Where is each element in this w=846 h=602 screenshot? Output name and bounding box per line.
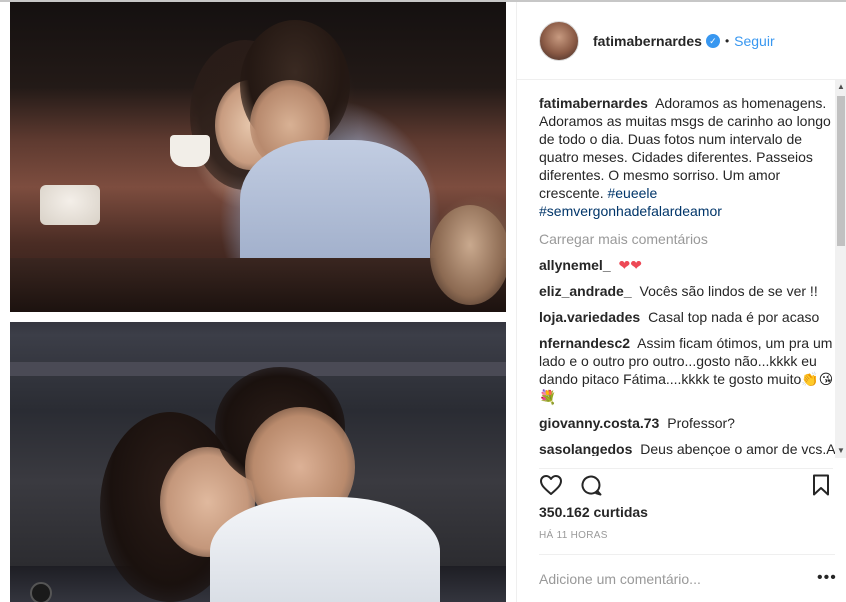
comment-username[interactable]: eliz_andrade_ [539, 283, 632, 299]
comment-item: giovanny.costa.73 Professor? [539, 414, 835, 432]
comment-username[interactable]: allynemel_ [539, 257, 611, 273]
scrollbar-thumb[interactable] [837, 96, 845, 246]
comment-text: ❤❤ [618, 257, 642, 273]
verified-badge-icon: ✓ [705, 33, 720, 48]
photo-cup [170, 135, 210, 167]
avatar[interactable] [539, 20, 579, 61]
photo-background-person [430, 205, 506, 305]
post-timestamp[interactable]: HÁ 11 HORAS [539, 530, 608, 541]
post-photo-bottom[interactable] [10, 322, 506, 602]
photo-corner-object [30, 582, 52, 602]
header-separator: • [724, 33, 730, 48]
photo-man-shirt [210, 497, 440, 602]
heart-outline-icon[interactable] [539, 473, 563, 497]
post-info-panel: fatimabernardes ✓ • Seguir fatimabernard… [516, 2, 846, 602]
comment-text: Vocês são lindos de se ver !! [639, 283, 818, 299]
comment-item: sasolangedos Deus abençoe o amor de vcs.… [539, 440, 835, 456]
header-username[interactable]: fatimabernardes [593, 33, 702, 49]
hashtag-link[interactable]: #semvergonhadefalardeamor [539, 203, 722, 219]
ellipsis-icon[interactable]: ••• [817, 569, 836, 589]
comment-text: Casal top nada é por acaso [648, 309, 820, 325]
speech-bubble-icon[interactable] [579, 473, 603, 497]
post-media [0, 2, 516, 602]
action-bar [539, 468, 833, 498]
comment-username[interactable]: nfernandesc2 [539, 335, 630, 351]
comments-scrollbar[interactable]: ▲ ▼ [835, 80, 846, 458]
load-more-comments-button[interactable]: Carregar mais comentários [539, 230, 835, 248]
follow-button[interactable]: Seguir [734, 33, 774, 49]
caption: fatimabernardes Adoramos as homenagens. … [539, 94, 835, 220]
post-header: fatimabernardes ✓ • Seguir [517, 2, 846, 80]
comment-username[interactable]: loja.variedades [539, 309, 640, 325]
likes-count[interactable]: 350.162 curtidas [539, 504, 648, 520]
scroll-down-arrow-icon[interactable]: ▼ [835, 444, 846, 458]
comment-item: eliz_andrade_ Vocês são lindos de se ver… [539, 282, 835, 300]
comments-list: fatimabernardes Adoramos as homenagens. … [539, 94, 835, 456]
add-comment-input[interactable] [539, 569, 789, 589]
add-comment-section: ••• [539, 554, 836, 600]
bookmark-icon[interactable] [809, 473, 833, 497]
comment-username[interactable]: sasolangedos [539, 441, 632, 456]
caption-username[interactable]: fatimabernardes [539, 95, 648, 111]
comment-username[interactable]: giovanny.costa.73 [539, 415, 659, 431]
hashtag-link[interactable]: #eueele [607, 185, 657, 201]
photo-cup-2 [40, 185, 100, 225]
scroll-up-arrow-icon[interactable]: ▲ [835, 80, 846, 94]
comment-item: loja.variedades Casal top nada é por aca… [539, 308, 835, 326]
comment-item: nfernandesc2 Assim ficam ótimos, um pra … [539, 334, 835, 406]
comment-text: Professor? [667, 415, 735, 431]
comment-item: allynemel_ ❤❤ [539, 256, 835, 274]
post-photo-top[interactable] [10, 2, 506, 312]
